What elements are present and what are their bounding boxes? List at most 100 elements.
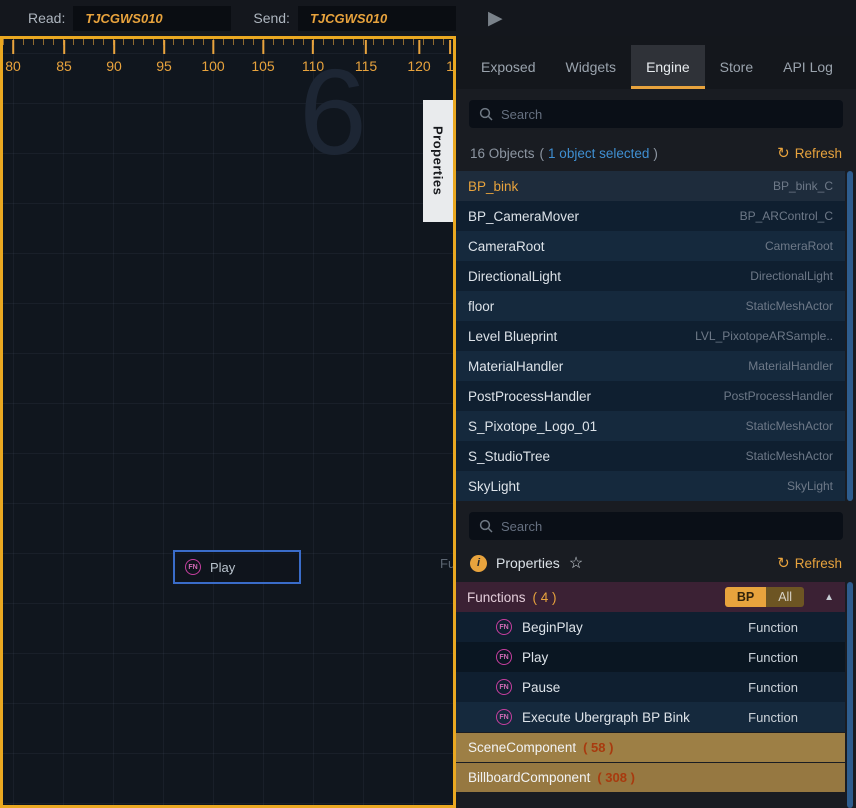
object-name: MaterialHandler — [468, 359, 748, 374]
object-type: LVL_PixotopeARSample.. — [695, 329, 833, 343]
objects-selected-count: 1 object selected — [548, 146, 649, 161]
search-icon — [479, 519, 493, 533]
object-name: BP_bink — [468, 179, 773, 194]
refresh-icon: ↻ — [777, 144, 790, 162]
function-name: Pause — [522, 680, 738, 695]
properties-tree: Functions ( 4 ) BP All ▲ FN BeginPlay Fu… — [456, 582, 856, 808]
object-type: StaticMeshActor — [746, 299, 833, 313]
object-type: MaterialHandler — [748, 359, 833, 373]
object-row[interactable]: CameraRoot CameraRoot — [456, 231, 845, 261]
group-label: SceneComponent — [468, 740, 576, 755]
send-label: Send: — [253, 10, 290, 26]
bp-all-toggle: BP All — [725, 587, 804, 607]
search-icon — [479, 107, 493, 121]
function-type: Function — [748, 620, 798, 635]
object-row[interactable]: floor StaticMeshActor — [456, 291, 845, 321]
tab-engine[interactable]: Engine — [631, 45, 705, 89]
panel-tab-bar: Exposed Widgets Engine Store API Log — [456, 36, 856, 89]
main-area: 80 85 90 95 100 105 110 115 120 1 6 Prop… — [0, 36, 856, 808]
function-type: Function — [748, 650, 798, 665]
group-label: BillboardComponent — [468, 770, 590, 785]
object-list-scrollbar[interactable] — [847, 171, 853, 501]
function-row[interactable]: FN Play Function — [456, 642, 845, 672]
function-row[interactable]: FN Execute Ubergraph BP Bink Function — [456, 702, 845, 732]
objects-count: 16 Objects — [470, 146, 535, 161]
objects-refresh-button[interactable]: ↻ Refresh — [777, 144, 842, 162]
function-type: Function — [748, 710, 798, 725]
star-icon[interactable]: ☆ — [569, 553, 583, 573]
group-scenecomponent[interactable]: SceneComponent ( 58 ) — [456, 733, 845, 762]
group-count: ( 308 ) — [597, 770, 635, 785]
object-row[interactable]: Level Blueprint LVL_PixotopeARSample.. — [456, 321, 845, 351]
ruler-tick: 100 — [201, 58, 224, 74]
ruler-tick: 1 — [446, 58, 454, 74]
object-name: SkyLight — [468, 479, 787, 494]
group-billboardcomponent[interactable]: BillboardComponent ( 308 ) — [456, 763, 845, 792]
fn-icon: FN — [496, 649, 512, 665]
refresh-icon: ↻ — [777, 554, 790, 572]
function-row[interactable]: FN BeginPlay Function — [456, 612, 845, 642]
tab-widgets[interactable]: Widgets — [550, 45, 631, 89]
top-bar: Read: Send: ▶ — [0, 0, 856, 36]
refresh-label: Refresh — [795, 556, 842, 571]
ruler-tick: 90 — [106, 58, 122, 74]
properties-scrollbar[interactable] — [847, 582, 853, 808]
ruler-tick: 85 — [56, 58, 72, 74]
objects-header: 16 Objects ( 1 object selected ) ↻ Refre… — [470, 144, 842, 162]
object-name: DirectionalLight — [468, 269, 750, 284]
grid-watermark-digit: 6 — [299, 51, 367, 173]
object-name: PostProcessHandler — [468, 389, 724, 404]
object-row[interactable]: PostProcessHandler PostProcessHandler — [456, 381, 845, 411]
tab-exposed[interactable]: Exposed — [466, 45, 550, 89]
object-name: Level Blueprint — [468, 329, 695, 344]
object-type: CameraRoot — [765, 239, 833, 253]
object-row[interactable]: BP_CameraMover BP_ARControl_C — [456, 201, 845, 231]
object-row[interactable]: BP_bink BP_bink_C — [456, 171, 845, 201]
fn-icon: FN — [496, 619, 512, 635]
functions-group-header[interactable]: Functions ( 4 ) BP All ▲ — [456, 582, 845, 612]
function-type: Function — [748, 680, 798, 695]
info-icon[interactable]: i — [470, 555, 487, 572]
toggle-all-button[interactable]: All — [766, 587, 804, 607]
object-type: StaticMeshActor — [746, 449, 833, 463]
send-input[interactable] — [298, 6, 456, 31]
properties-refresh-button[interactable]: ↻ Refresh — [777, 554, 842, 572]
chevron-up-icon[interactable]: ▲ — [824, 592, 834, 603]
objects-search-input[interactable] — [501, 107, 833, 122]
ruler-tick: 105 — [251, 58, 274, 74]
fn-icon: FN — [496, 679, 512, 695]
refresh-label: Refresh — [795, 146, 842, 161]
object-name: floor — [468, 299, 746, 314]
canvas-viewport[interactable]: 80 85 90 95 100 105 110 115 120 1 6 Prop… — [0, 36, 456, 808]
object-row[interactable]: SkyLight SkyLight — [456, 471, 845, 501]
properties-search[interactable] — [469, 512, 843, 540]
read-input[interactable] — [73, 6, 231, 31]
object-name: BP_CameraMover — [468, 209, 740, 224]
function-name: Play — [522, 650, 738, 665]
fn-icon: FN — [185, 559, 201, 575]
function-name: Execute Ubergraph BP Bink — [522, 710, 738, 725]
object-row[interactable]: S_StudioTree StaticMeshActor — [456, 441, 845, 471]
properties-header: i Properties ☆ ↻ Refresh — [470, 553, 842, 573]
ruler-tick: 80 — [5, 58, 21, 74]
object-row[interactable]: MaterialHandler MaterialHandler — [456, 351, 845, 381]
ruler-tick: 120 — [407, 58, 430, 74]
object-list: BP_bink BP_bink_C BP_CameraMover BP_ARCo… — [456, 171, 856, 501]
group-count: ( 58 ) — [583, 740, 613, 755]
toggle-bp-button[interactable]: BP — [725, 587, 766, 607]
properties-side-tab[interactable]: Properties — [423, 100, 453, 222]
object-row[interactable]: DirectionalLight DirectionalLight — [456, 261, 845, 291]
play-function-node[interactable]: FN Play — [173, 550, 301, 584]
object-row[interactable]: S_Pixotope_Logo_01 StaticMeshActor — [456, 411, 845, 441]
function-row[interactable]: FN Pause Function — [456, 672, 845, 702]
object-type: DirectionalLight — [750, 269, 833, 283]
objects-search[interactable] — [469, 100, 843, 128]
paren-close: ) — [653, 146, 658, 161]
properties-search-input[interactable] — [501, 519, 833, 534]
play-icon[interactable]: ▶ — [488, 9, 503, 28]
object-name: S_Pixotope_Logo_01 — [468, 419, 746, 434]
object-type: BP_ARControl_C — [740, 209, 833, 223]
functions-label: Functions — [467, 590, 526, 605]
tab-api-log[interactable]: API Log — [768, 45, 848, 89]
tab-store[interactable]: Store — [705, 45, 768, 89]
